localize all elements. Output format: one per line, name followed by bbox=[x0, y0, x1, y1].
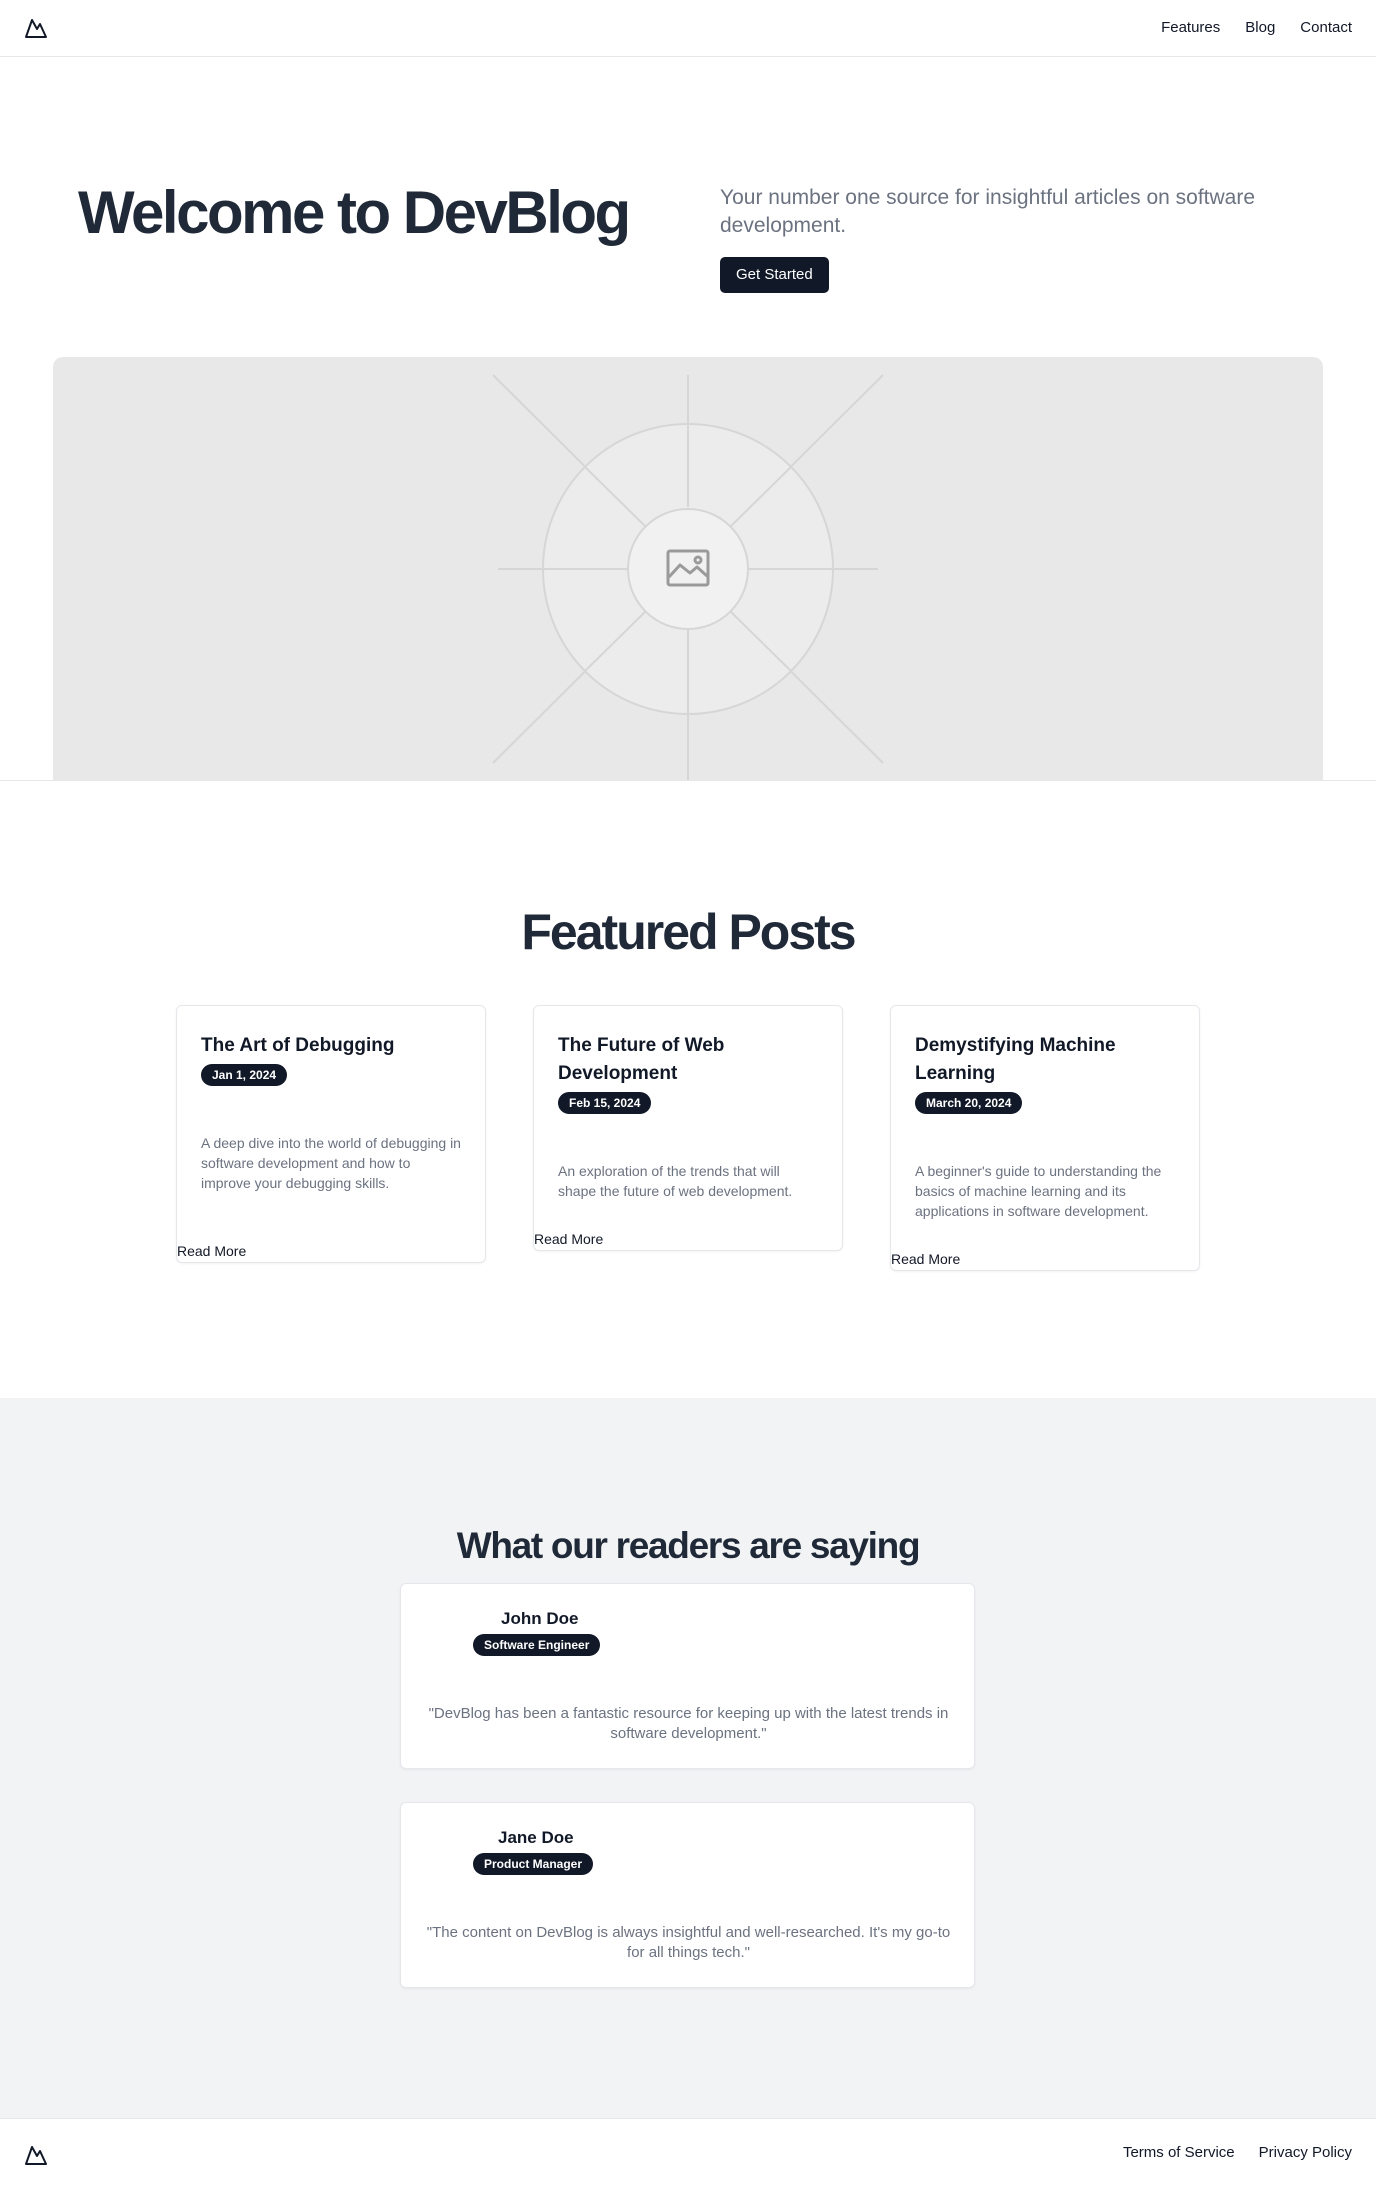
hero-title: Welcome to DevBlog bbox=[78, 179, 631, 246]
post-description: A beginner's guide to understanding the … bbox=[915, 1163, 1162, 1219]
post-date-badge: March 20, 2024 bbox=[915, 1092, 1023, 1114]
get-started-button[interactable]: Get Started bbox=[720, 257, 829, 293]
hero-subtitle: Your number one source for insightful ar… bbox=[720, 186, 1256, 237]
testimonial-role-badge: Product Manager bbox=[473, 1853, 594, 1875]
post-card: The Art of Debugging Jan 1, 2024 A deep … bbox=[176, 1005, 486, 1263]
testimonials-title: What our readers are saying bbox=[456, 1525, 921, 1566]
mountain-icon[interactable] bbox=[24, 2143, 48, 2167]
testimonial-name: John Doe bbox=[501, 1609, 579, 1628]
post-card: The Future of Web Development Feb 15, 20… bbox=[533, 1005, 843, 1251]
footer-link-terms[interactable]: Terms of Service bbox=[1123, 2143, 1235, 2163]
post-description: An exploration of the trends that will s… bbox=[558, 1163, 793, 1199]
testimonial-card: John Doe Software Engineer "DevBlog has … bbox=[400, 1583, 975, 1769]
nav-link-contact[interactable]: Contact bbox=[1300, 18, 1352, 38]
footer-nav: Terms of Service Privacy Policy bbox=[1123, 2143, 1352, 2163]
read-more-link[interactable]: Read More bbox=[534, 1230, 603, 1248]
read-more-link[interactable]: Read More bbox=[891, 1250, 960, 1268]
nav-link-features[interactable]: Features bbox=[1161, 18, 1220, 38]
hero-image-placeholder bbox=[53, 357, 1323, 781]
post-title: The Future of Web Development bbox=[558, 1035, 725, 1084]
site-footer: Terms of Service Privacy Policy bbox=[0, 2118, 1376, 2190]
site-header: Features Blog Contact bbox=[0, 0, 1376, 57]
testimonial-name: Jane Doe bbox=[498, 1828, 574, 1847]
testimonial-quote: "DevBlog has been a fantastic resource f… bbox=[428, 1705, 949, 1742]
image-placeholder-icon bbox=[492, 374, 884, 781]
section-divider bbox=[0, 780, 1376, 781]
post-date-badge: Jan 1, 2024 bbox=[201, 1064, 288, 1086]
testimonial-role-badge: Software Engineer bbox=[473, 1634, 601, 1656]
nav-link-blog[interactable]: Blog bbox=[1245, 18, 1275, 38]
mountain-icon[interactable] bbox=[24, 16, 48, 40]
footer-link-privacy[interactable]: Privacy Policy bbox=[1259, 2143, 1352, 2163]
post-title: The Art of Debugging bbox=[201, 1035, 395, 1056]
main-nav: Features Blog Contact bbox=[1161, 18, 1352, 38]
post-title: Demystifying Machine Learning bbox=[915, 1035, 1116, 1084]
post-date-badge: Feb 15, 2024 bbox=[558, 1092, 652, 1114]
testimonial-quote: "The content on DevBlog is always insigh… bbox=[426, 1924, 951, 1961]
read-more-link[interactable]: Read More bbox=[177, 1242, 246, 1260]
testimonial-card: Jane Doe Product Manager "The content on… bbox=[400, 1802, 975, 1988]
featured-posts-title: Featured Posts bbox=[521, 904, 856, 960]
post-description: A deep dive into the world of debugging … bbox=[201, 1135, 461, 1191]
post-card: Demystifying Machine Learning March 20, … bbox=[890, 1005, 1200, 1271]
